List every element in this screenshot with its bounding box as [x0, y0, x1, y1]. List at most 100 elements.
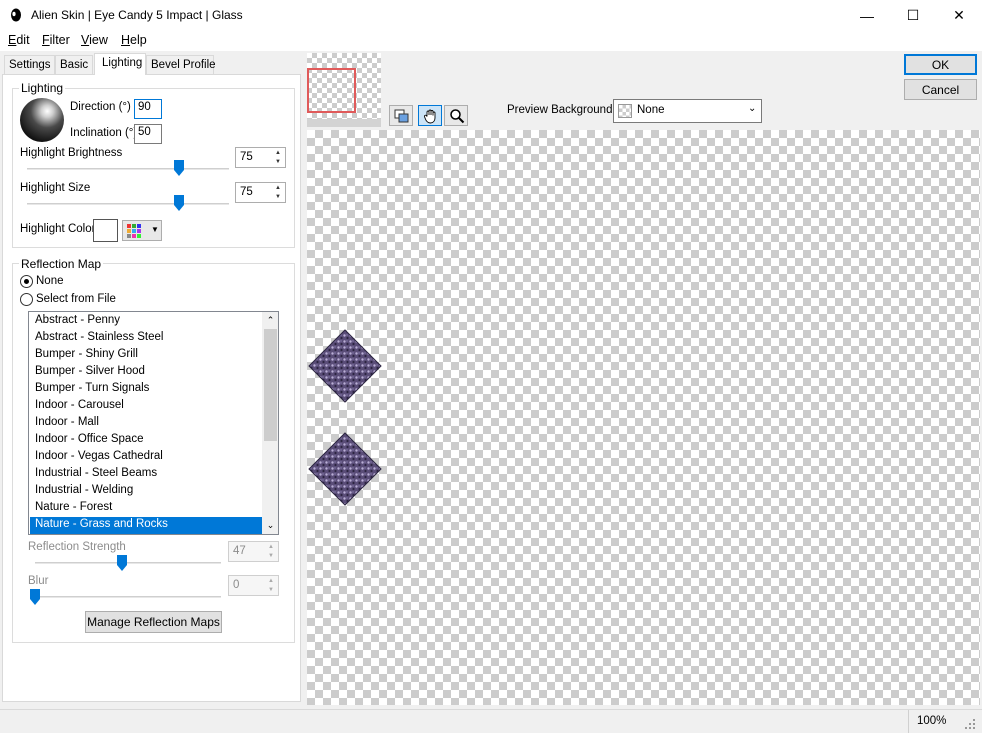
spin-up-icon[interactable]: ▲: [265, 577, 277, 585]
list-item[interactable]: Abstract - Penny: [30, 313, 262, 330]
chevron-down-icon: ⌄: [748, 103, 757, 114]
reflection-strength-label: Reflection Strength: [28, 541, 126, 553]
spin-up-icon[interactable]: ▲: [272, 184, 284, 192]
preview-background-label: Preview Background:: [507, 104, 616, 116]
compare-icon: [394, 109, 409, 123]
list-item[interactable]: Industrial - Steel Beams: [30, 466, 262, 483]
minimize-button[interactable]: —: [844, 0, 890, 31]
color-grid-icon: [127, 224, 141, 238]
navigator-scroll-strip: [307, 119, 381, 127]
direction-label: Direction (°): [70, 101, 131, 113]
status-divider: [908, 710, 909, 733]
alien-skin-app-icon: [11, 8, 21, 22]
dropdown-arrow-icon: ▼: [151, 225, 159, 234]
preview-navigator[interactable]: [307, 53, 381, 127]
reflection-strength-slider-thumb[interactable]: [117, 555, 127, 571]
cancel-button[interactable]: Cancel: [904, 79, 977, 100]
highlight-color-swatch[interactable]: [93, 219, 118, 242]
list-item[interactable]: Industrial - Welding: [30, 483, 262, 500]
spin-down-icon[interactable]: ▼: [272, 158, 284, 166]
list-scrollbar[interactable]: ⌃ ⌄: [262, 312, 278, 534]
list-item[interactable]: Indoor - Carousel: [30, 398, 262, 415]
menu-bar: Edit Filter View Help: [0, 31, 982, 51]
tab-lighting[interactable]: Lighting: [94, 53, 146, 75]
highlight-brightness-slider-thumb[interactable]: [174, 160, 184, 176]
reflection-strength-value: 47: [233, 545, 246, 557]
list-item[interactable]: Indoor - Vegas Cathedral: [30, 449, 262, 466]
ok-button[interactable]: OK: [904, 54, 977, 75]
window-title: Alien Skin | Eye Candy 5 Impact | Glass: [31, 8, 243, 22]
list-item[interactable]: Abstract - Stainless Steel: [30, 330, 262, 347]
reflection-strength-track[interactable]: [35, 562, 221, 564]
preview-compare-button[interactable]: [389, 105, 413, 126]
reflection-strength-spinbox[interactable]: 47 ▲ ▼: [228, 541, 279, 562]
list-item[interactable]: Bumper - Silver Hood: [30, 364, 262, 381]
blur-slider-thumb[interactable]: [30, 589, 40, 605]
preview-glass-tile: [308, 329, 382, 403]
list-item[interactable]: Nature - Forest: [30, 500, 262, 517]
maximize-button[interactable]: ☐: [890, 0, 936, 31]
title-bar: Alien Skin | Eye Candy 5 Impact | Glass …: [0, 0, 982, 31]
highlight-size-label: Highlight Size: [20, 182, 91, 194]
blur-value: 0: [233, 579, 240, 591]
hand-tool-button[interactable]: [418, 105, 442, 126]
spin-down-icon[interactable]: ▼: [272, 193, 284, 201]
minimize-icon: —: [860, 7, 874, 24]
highlight-color-label: Highlight Color: [20, 223, 96, 235]
tab-settings[interactable]: Settings: [4, 55, 55, 74]
reflection-map-list[interactable]: Abstract - Penny Abstract - Stainless Ste…: [28, 311, 279, 535]
scroll-up-icon[interactable]: ⌃: [262, 312, 278, 329]
scrollbar-thumb[interactable]: [264, 329, 277, 441]
preview-background-select[interactable]: None ⌄: [613, 99, 762, 123]
close-icon: ✕: [953, 7, 965, 23]
highlight-brightness-value: 75: [240, 151, 253, 163]
list-item[interactable]: Bumper - Turn Signals: [30, 381, 262, 398]
spin-up-icon[interactable]: ▲: [272, 149, 284, 157]
preview-background-value: None: [637, 104, 665, 116]
highlight-brightness-track[interactable]: [27, 168, 229, 170]
spin-down-icon[interactable]: ▼: [265, 552, 277, 560]
highlight-size-slider-thumb[interactable]: [174, 195, 184, 211]
navigator-view-frame[interactable]: [307, 68, 356, 113]
reflection-none-label: None: [36, 275, 64, 287]
manage-reflection-maps-button[interactable]: Manage Reflection Maps: [85, 611, 222, 633]
color-picker-button[interactable]: ▼: [122, 220, 162, 241]
reflection-select-file-radio[interactable]: [20, 293, 33, 306]
list-item[interactable]: Indoor - Mall: [30, 415, 262, 432]
menu-view[interactable]: View: [81, 33, 108, 47]
tab-bevel-profile[interactable]: Bevel Profile: [146, 55, 216, 74]
list-item[interactable]: Nature - Grass and Rocks: [30, 517, 262, 534]
spin-up-icon[interactable]: ▲: [265, 543, 277, 551]
highlight-size-track[interactable]: [27, 203, 229, 205]
reflection-none-radio[interactable]: [20, 275, 33, 288]
list-item[interactable]: Bumper - Shiny Grill: [30, 347, 262, 364]
resize-grip-icon[interactable]: [964, 718, 976, 730]
direction-input[interactable]: 90: [134, 99, 162, 119]
lighting-group-label: Lighting: [19, 81, 66, 95]
spin-down-icon[interactable]: ▼: [265, 586, 277, 594]
zoom-level: 100%: [917, 715, 947, 727]
blur-spinbox[interactable]: 0 ▲ ▼: [228, 575, 279, 596]
highlight-brightness-spinbox[interactable]: 75 ▲ ▼: [235, 147, 286, 168]
tab-basic[interactable]: Basic: [55, 55, 93, 74]
reflection-map-group-label: Reflection Map: [19, 257, 104, 271]
reflection-select-file-label: Select from File: [36, 293, 116, 305]
close-button[interactable]: ✕: [936, 0, 982, 31]
scroll-down-icon[interactable]: ⌄: [262, 517, 278, 534]
menu-filter[interactable]: Filter: [42, 33, 70, 47]
preview-canvas[interactable]: [307, 130, 980, 705]
list-item[interactable]: Indoor - Office Space: [30, 432, 262, 449]
menu-help[interactable]: Help: [121, 33, 147, 47]
menu-edit[interactable]: Edit: [8, 33, 30, 47]
status-bar: 100%: [0, 709, 982, 733]
light-direction-sphere[interactable]: [19, 97, 65, 143]
magnifier-icon: [450, 109, 465, 124]
zoom-tool-button[interactable]: [444, 105, 468, 126]
blur-label: Blur: [28, 575, 49, 587]
highlight-size-value: 75: [240, 186, 253, 198]
highlight-size-spinbox[interactable]: 75 ▲ ▼: [235, 182, 286, 203]
blur-track[interactable]: [35, 596, 221, 598]
preview-glass-tile: [308, 432, 382, 506]
highlight-brightness-label: Highlight Brightness: [20, 147, 123, 159]
inclination-input[interactable]: 50: [134, 124, 162, 144]
